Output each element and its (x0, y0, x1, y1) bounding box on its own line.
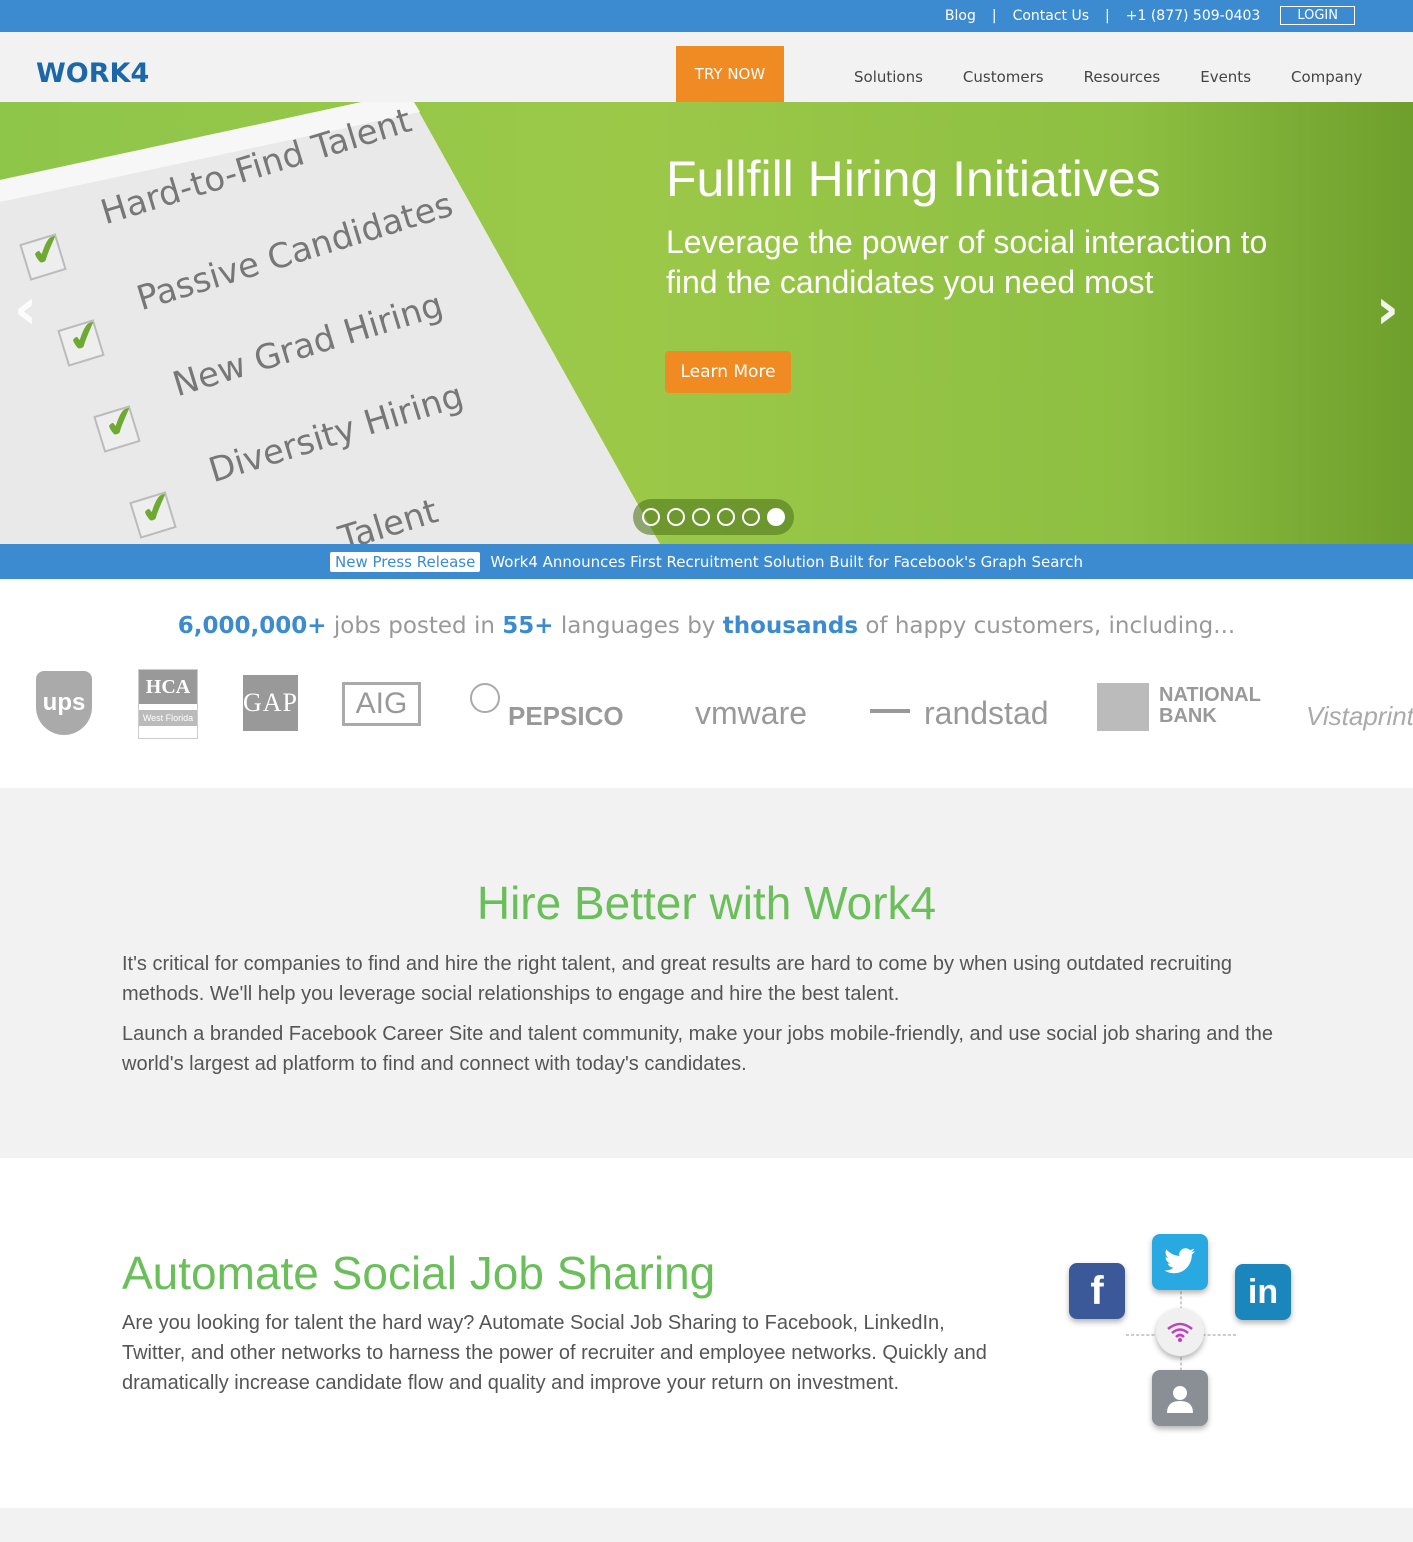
user-contact-icon (1152, 1370, 1208, 1426)
learn-more-button[interactable]: Learn More (665, 351, 791, 393)
phone-link[interactable]: +1 (877) 509-0403 (1126, 8, 1261, 24)
vmware-logo: vmware (695, 695, 808, 731)
carousel-dot-1[interactable] (642, 508, 660, 526)
separator: | (1105, 7, 1110, 24)
aig-logo: AIG (342, 682, 421, 726)
press-release-bar[interactable]: New Press Release Work4 Announces First … (0, 544, 1413, 579)
gap-logo: GAP (243, 675, 298, 731)
pepsico-logo: PEPSICO (508, 701, 624, 731)
press-release-tag: New Press Release (330, 551, 481, 572)
next-section-strip (0, 1508, 1413, 1542)
hero-carousel: Hard-to-Find Talent Passive Candidates N… (0, 102, 1413, 544)
hero-subtitle: Leverage the power of social interaction… (666, 224, 1268, 300)
carousel-dot-4[interactable] (717, 508, 735, 526)
automate-sharing-section: Automate Social Job Sharing Are you look… (0, 1158, 1413, 1508)
wifi-signal-icon (1167, 1322, 1193, 1342)
jobs-count: 6,000,000+ (177, 613, 327, 639)
login-button[interactable]: LOGIN (1280, 6, 1355, 25)
nav-customers[interactable]: Customers (963, 68, 1044, 86)
randstad-logo: randstad (924, 695, 1049, 731)
ups-logo: ups (36, 671, 92, 735)
nav-resources[interactable]: Resources (1084, 68, 1161, 86)
hire-better-paragraph-2: Launch a branded Facebook Career Site an… (122, 1023, 1274, 1075)
hire-better-title: Hire Better with Work4 (476, 877, 937, 929)
carousel-dot-5[interactable] (742, 508, 760, 526)
hero-title: Fullfill Hiring Initiatives (666, 151, 1161, 207)
twitter-icon (1152, 1234, 1208, 1290)
wifi-icon (1156, 1308, 1204, 1356)
pepsico-globe-icon (470, 683, 500, 713)
carousel-dot-3[interactable] (692, 508, 710, 526)
customers-section: 6,000,000+ jobs posted in 55+ languages … (0, 579, 1413, 788)
nav-events[interactable]: Events (1200, 68, 1251, 86)
automate-title: Automate Social Job Sharing (122, 1247, 716, 1299)
twitter-bird-icon (1164, 1248, 1195, 1274)
try-now-button[interactable]: TRY NOW (676, 46, 784, 102)
contact-us-link[interactable]: Contact Us (1013, 8, 1089, 24)
stats-text: jobs posted in (326, 613, 503, 639)
randstad-mark-icon (870, 709, 910, 729)
utility-links: Blog | Contact Us | +1 (877) 509-0403 LO… (945, 6, 1355, 25)
utility-bar: Blog | Contact Us | +1 (877) 509-0403 LO… (0, 0, 1413, 32)
stats-text: of happy customers, including... (858, 613, 1236, 639)
facebook-icon: f (1069, 1263, 1125, 1319)
blog-link[interactable]: Blog (945, 8, 976, 24)
linkedin-icon: in (1235, 1264, 1291, 1320)
hire-better-section: Hire Better with Work4 It's critical for… (0, 788, 1413, 1158)
hca-logo: HCA West Florida (138, 669, 198, 739)
stats-line: 6,000,000+ jobs posted in 55+ languages … (0, 613, 1413, 639)
client-logo-row: ups HCA West Florida GAP AIG PEPSICO vmw… (0, 669, 1413, 739)
carousel-dot-2[interactable] (667, 508, 685, 526)
press-release-headline[interactable]: Work4 Announces First Recruitment Soluti… (490, 553, 1083, 571)
stats-text: languages by (553, 613, 723, 639)
hca-logo-subtext: West Florida (139, 710, 197, 726)
separator: | (991, 7, 997, 24)
work4-logo[interactable]: WORK4 (36, 58, 149, 89)
site-header: WORK4 TRY NOW Solutions Customers Resour… (0, 32, 1413, 102)
nav-company[interactable]: Company (1291, 68, 1362, 86)
hero-checklist-image: Hard-to-Find Talent Passive Candidates N… (0, 102, 660, 544)
chevron-right-icon[interactable]: › (1376, 277, 1399, 342)
carousel-dot-6[interactable] (767, 508, 785, 526)
hca-logo-text: HCA (139, 670, 197, 704)
automate-body: Are you looking for talent the hard way?… (122, 1312, 987, 1394)
main-nav: Solutions Customers Resources Events Com… (854, 68, 1402, 86)
person-silhouette-icon (1167, 1386, 1193, 1413)
nav-solutions[interactable]: Solutions (854, 68, 923, 86)
chevron-left-icon[interactable]: ‹ (14, 277, 37, 342)
national-bank-mark-icon (1097, 683, 1149, 731)
national-bank-logo: NATIONAL BANK (1159, 684, 1261, 727)
hire-better-paragraph-1: It's critical for companies to find and … (122, 953, 1232, 1005)
vistaprint-logo: Vistaprint (1306, 701, 1413, 731)
languages-count: 55+ (502, 613, 554, 639)
carousel-pagination (633, 499, 794, 535)
customers-count: thousands (722, 613, 859, 639)
